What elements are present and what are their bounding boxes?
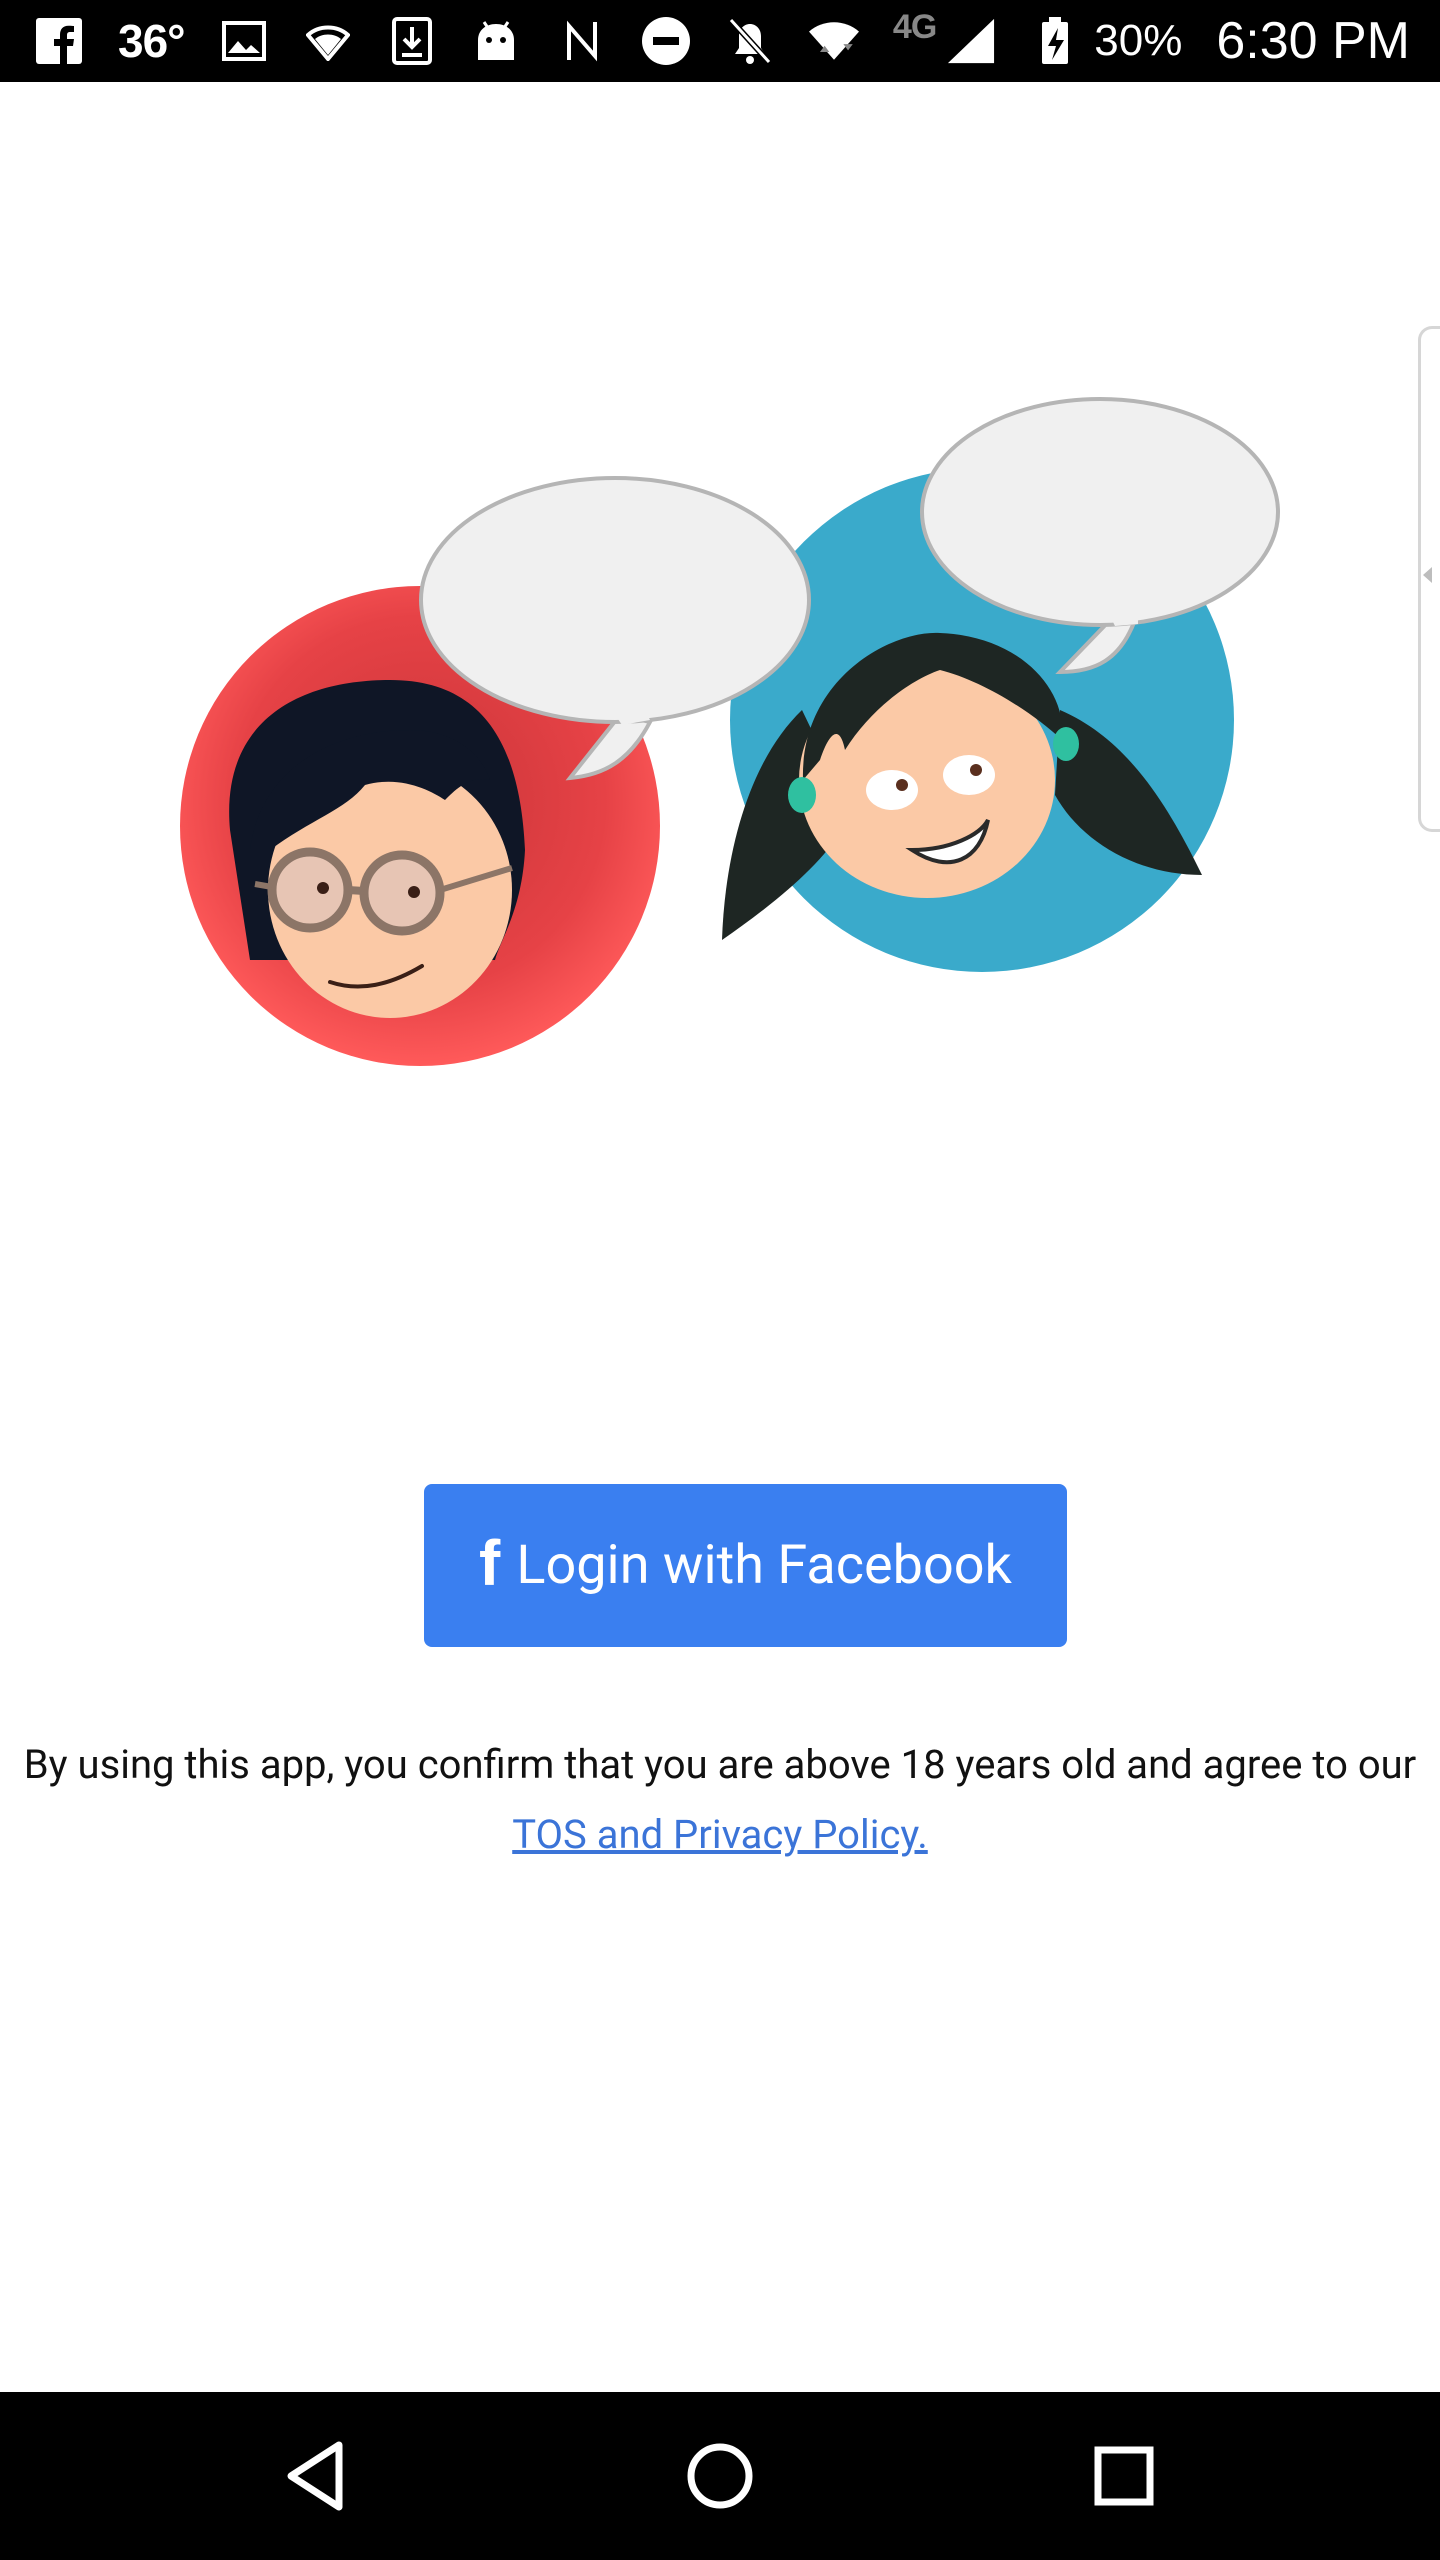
disclaimer-text: By using this app, you confirm that you …	[23, 1741, 1417, 1788]
chevron-left-icon	[1423, 567, 1432, 583]
temperature: 36°	[118, 15, 186, 67]
facebook-f-icon: f	[479, 1526, 501, 1599]
nfc-icon	[557, 16, 607, 66]
status-bar: 36° 4G 30% 6:30 PM	[0, 0, 1440, 82]
tos-privacy-link[interactable]: TOS and Privacy Policy.	[512, 1811, 928, 1858]
notifications-off-icon	[725, 16, 775, 66]
side-drawer-handle[interactable]	[1418, 326, 1440, 832]
terms-disclaimer: By using this app, you confirm that you …	[0, 1730, 1440, 1870]
image-icon	[219, 16, 269, 66]
navigation-bar	[0, 2392, 1440, 2560]
network-type: 4G	[892, 7, 937, 46]
recents-button[interactable]	[1044, 2392, 1204, 2560]
download-icon	[387, 16, 437, 66]
status-bar-right: 4G 30% 6:30 PM	[557, 0, 1410, 82]
signal-icon	[946, 16, 996, 66]
android-icon	[471, 16, 521, 66]
battery-charging-icon	[1030, 16, 1080, 66]
wifi-lock-icon	[303, 16, 353, 66]
battery-percent: 30%	[1094, 16, 1183, 65]
recents-icon	[1094, 2446, 1154, 2506]
home-button[interactable]	[640, 2392, 800, 2560]
do-not-disturb-icon	[641, 16, 691, 66]
wifi-icon	[808, 16, 859, 66]
welcome-illustration	[150, 380, 1300, 1080]
home-icon	[687, 2443, 753, 2509]
facebook-icon	[34, 16, 84, 66]
back-button[interactable]	[236, 2392, 396, 2560]
login-button-label: Login with Facebook	[516, 1534, 1012, 1597]
clock: 6:30 PM	[1216, 12, 1410, 70]
login-with-facebook-button[interactable]: f Login with Facebook	[424, 1484, 1067, 1647]
back-icon	[287, 2441, 343, 2511]
status-bar-left: 36°	[34, 0, 555, 82]
